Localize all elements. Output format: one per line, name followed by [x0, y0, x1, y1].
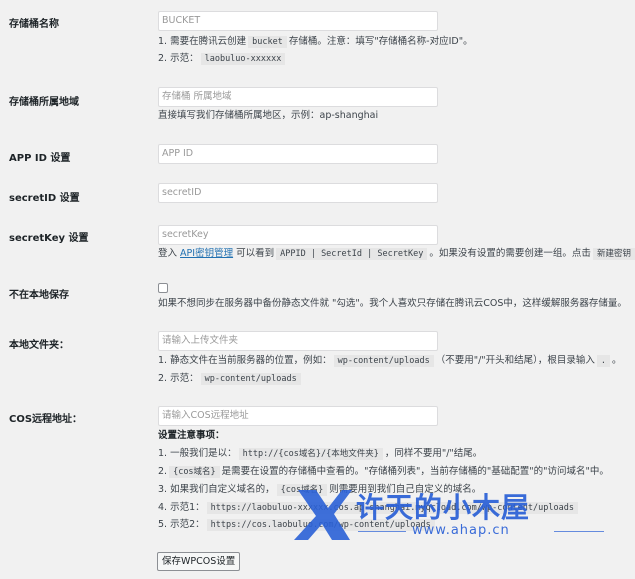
bucket-input[interactable]: BUCKET	[158, 11, 438, 31]
cosurl-note-4: 4. 示范1： https://laobuluo-xxxxxx.cos.ap-sh…	[158, 499, 580, 517]
secretkey-input[interactable]: secretKey	[158, 225, 438, 245]
bucket-desc-1-post: 存储桶。注意：填写"存储桶名称-对应ID"。	[288, 36, 473, 47]
cosurl-note-3-pre: 3. 如果我们自定义域名的，	[158, 484, 275, 495]
localdir-desc-2-pre: 2. 示范：	[158, 373, 199, 384]
bucket-desc-2-pre: 2. 示范：	[158, 53, 199, 64]
cosurl-note-5-pre: 5. 示范2：	[158, 519, 205, 530]
cosurl-note-1-code: http://{cos域名}/{本地文件夹}	[238, 448, 383, 460]
cosurl-notes-title: 设置注意事项：	[158, 430, 225, 441]
localdir-desc-1: 1. 静态文件在当前服务器的位置，例如： wp-content/uploads （不…	[158, 352, 622, 370]
localdir-example-code: wp-content/uploads	[200, 373, 301, 385]
cosurl-note-5-code: https://cos.laobuluo.com/wp-content/uplo…	[206, 519, 435, 531]
cosurl-note-2-num: 2.	[158, 466, 168, 477]
localdir-desc-1-end: 。	[612, 355, 622, 366]
cosurl-note-3-post: 则需要用到我们自己自定义的域名。	[329, 484, 482, 495]
watermark-line-right	[554, 531, 604, 532]
region-label: 存储桶所属地域	[9, 97, 79, 108]
secretid-label: secretID 设置	[9, 193, 80, 204]
cosurl-note-4-pre: 4. 示范1：	[158, 502, 205, 513]
localdir-desc-1-pre: 1. 静态文件在当前服务器的位置，例如：	[158, 355, 332, 366]
secretkey-desc-pre: 登入	[158, 248, 178, 259]
secretkey-desc-mid: 可以看到	[236, 248, 275, 259]
cosurl-label: COS远程地址：	[9, 414, 83, 425]
localdir-label: 本地文件夹：	[9, 340, 69, 351]
bucket-desc-1-pre: 1. 需要在腾讯云创建	[158, 36, 247, 47]
bucket-desc-2: 2. 示范： laobuluo-xxxxxx	[158, 50, 287, 68]
localdir-input[interactable]: 请输入上传文件夹	[158, 331, 438, 351]
localdir-desc-1-post: （不要用"/"开头和结尾），根目录输入	[435, 355, 595, 366]
localdir-desc-2: 2. 示范： wp-content/uploads	[158, 370, 303, 388]
cosurl-input[interactable]: 请输入COS远程地址	[158, 406, 438, 426]
bucket-label: 存储桶名称	[9, 19, 59, 30]
cosurl-note-1-post: ，同样不要用"/"结尾。	[384, 448, 483, 459]
bucket-code: bucket	[248, 36, 287, 48]
save-settings-button[interactable]: 保存WPCOS设置	[157, 552, 241, 571]
region-input[interactable]: 存储桶 所属地域	[158, 87, 438, 107]
cosurl-note-1-pre: 1. 一般我们是以：	[158, 448, 237, 459]
api-key-link[interactable]: API密钥管理	[180, 248, 233, 259]
cosurl-note-4-code: https://laobuluo-xxxxxx.cos.ap-shanghai.…	[206, 502, 578, 514]
new-key-code: 新建密钥	[592, 248, 635, 260]
bucket-desc-1: 1. 需要在腾讯云创建 bucket 存储桶。注意：填写"存储桶名称-对应ID"。	[158, 33, 473, 51]
secretkey-desc-post: 。如果没有设置的需要创建一组。点击	[429, 248, 591, 259]
bucket-example-code: laobuluo-xxxxxx	[200, 53, 286, 65]
appid-input[interactable]: APP ID	[158, 144, 438, 164]
appid-label: APP ID 设置	[9, 153, 71, 164]
cosurl-note-2-code: {cos域名}	[169, 466, 220, 478]
cosurl-note-3: 3. 如果我们自定义域名的， {cos域名} 则需要用到我们自己自定义的域名。	[158, 481, 481, 499]
secretkey-code: APPID | SecretId | SecretKey	[276, 248, 428, 260]
nolocal-checkbox[interactable]	[158, 283, 168, 293]
cosurl-note-5: 5. 示范2： https://cos.laobuluo.com/wp-conte…	[158, 516, 437, 534]
nolocal-desc: 如果不想同步在服务器中备份静态文件就 "勾选"。我个人喜欢只存储在腾讯云COS中…	[158, 298, 627, 309]
secretkey-label: secretKey 设置	[9, 233, 89, 244]
localdir-code: wp-content/uploads	[333, 355, 434, 367]
root-dot-code: .	[596, 355, 611, 367]
nolocal-label: 不在本地保存	[9, 290, 69, 301]
cosurl-note-1: 1. 一般我们是以： http://{cos域名}/{本地文件夹} ，同样不要用"/…	[158, 445, 482, 463]
cosurl-note-2-post: 是需要在设置的存储桶中查看的。"存储桶列表"，当前存储桶的"基础配置"的"访问域…	[221, 466, 609, 477]
region-desc: 直接填写我们存储桶所属地区，示例：ap-shanghai	[158, 110, 379, 121]
secretkey-desc: 登入 API密钥管理 可以看到 APPID | SecretId | Secret…	[158, 245, 635, 263]
cosurl-note-2: 2. {cos域名} 是需要在设置的存储桶中查看的。"存储桶列表"，当前存储桶的"基…	[158, 463, 609, 481]
secretid-input[interactable]: secretID	[158, 183, 438, 203]
cosurl-note-3-code: {cos域名}	[276, 484, 328, 496]
